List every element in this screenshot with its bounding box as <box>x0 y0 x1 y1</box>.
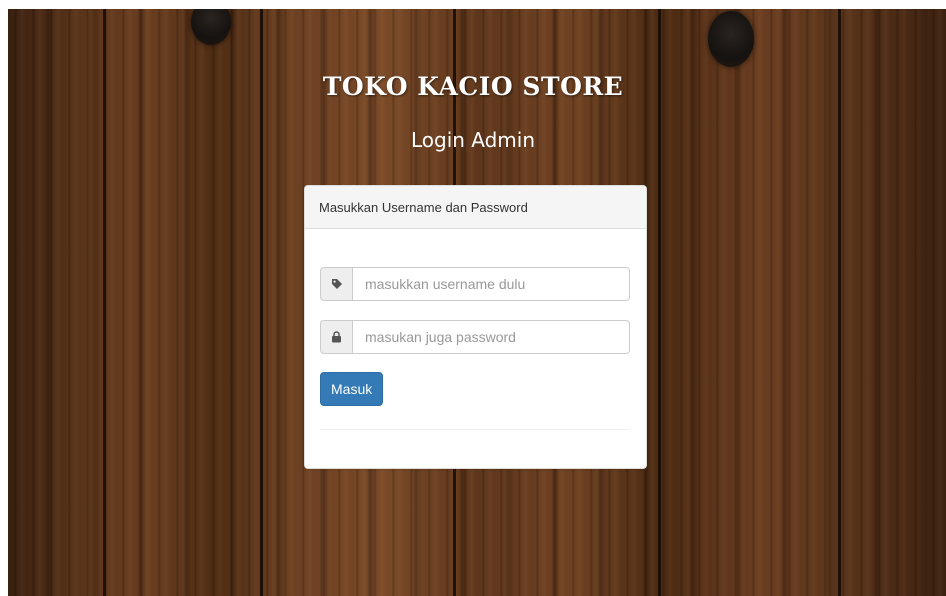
password-input-group <box>320 320 630 354</box>
wood-knot <box>191 9 231 45</box>
username-input[interactable] <box>353 267 630 301</box>
store-title: TOKO KACIO STORE <box>322 72 624 101</box>
tag-icon <box>320 267 353 301</box>
wood-knot <box>708 11 754 67</box>
username-input-group <box>320 267 630 301</box>
login-button[interactable]: Masuk <box>320 372 384 406</box>
panel-heading: Masukkan Username dan Password <box>305 186 646 229</box>
lock-icon <box>320 320 353 354</box>
password-input[interactable] <box>353 320 630 354</box>
page-title: Login Admin <box>410 128 536 152</box>
login-panel: Masukkan Username dan Password Masuk <box>304 185 647 469</box>
divider <box>320 429 630 430</box>
